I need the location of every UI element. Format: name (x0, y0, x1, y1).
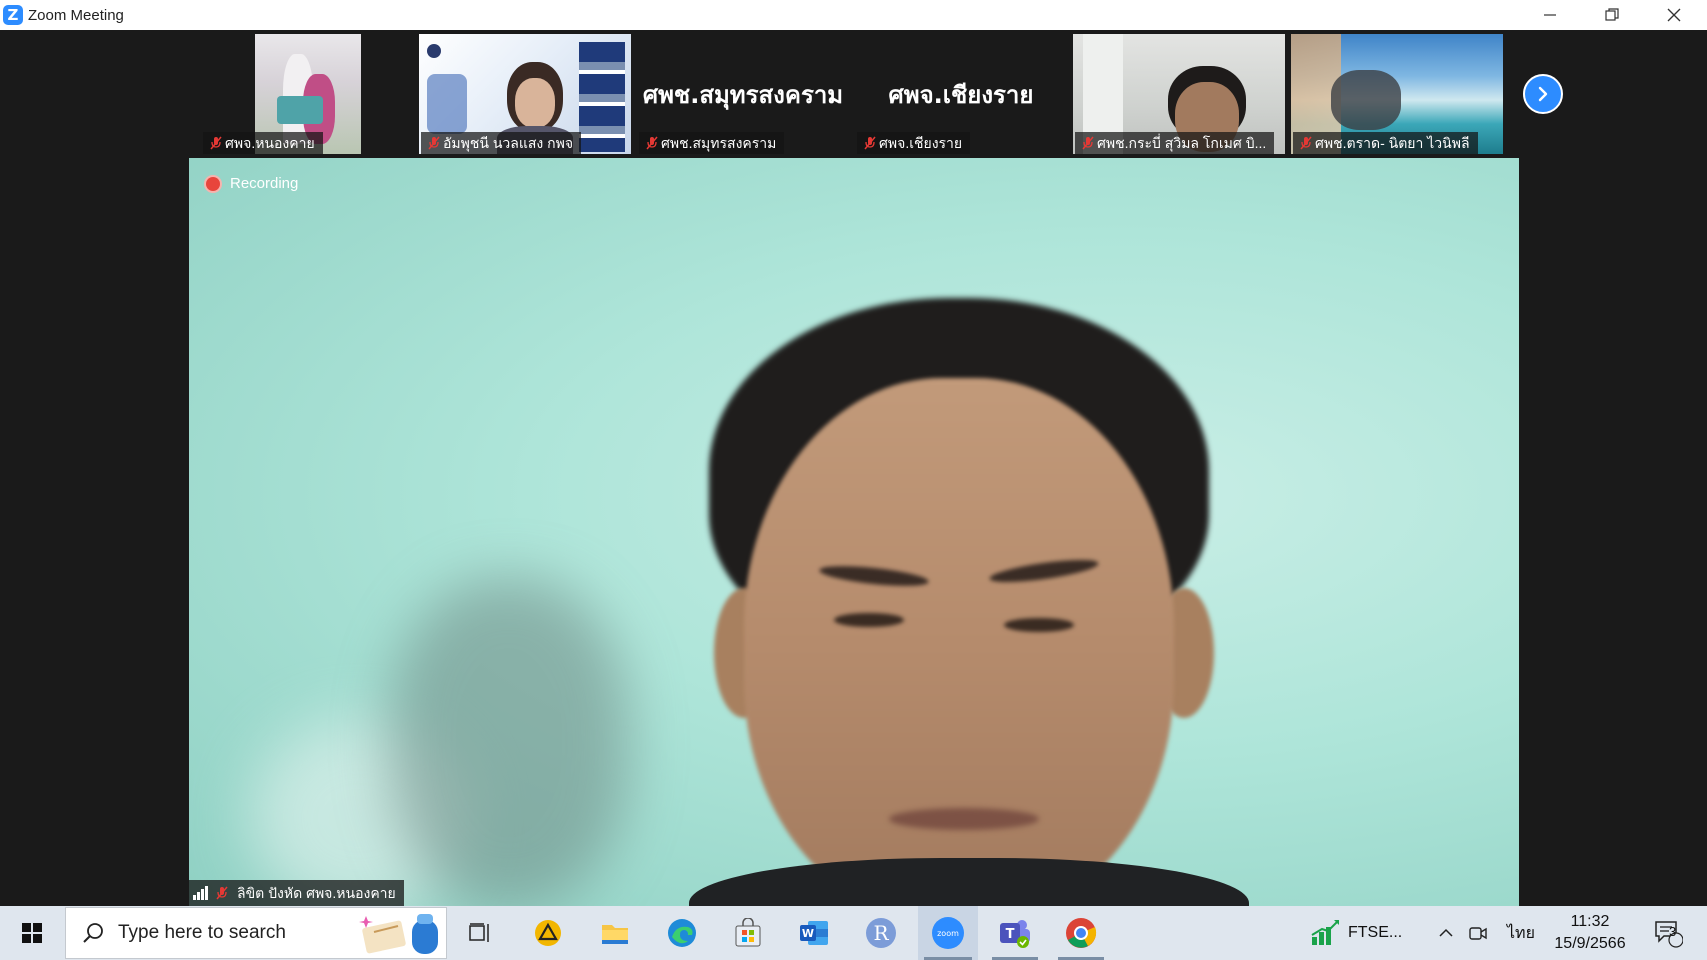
participant-tile[interactable]: ศพช.ตราด- นิตยา ไวนิพลี (1291, 34, 1503, 154)
svg-text:R: R (873, 921, 889, 945)
taskbar-chrome[interactable] (1052, 906, 1110, 960)
participant-name-label: อัมพุชนี นวลแสง กพจ (421, 132, 582, 154)
muted-mic-icon (216, 886, 228, 900)
clock[interactable]: 11:32 15/9/2566 (1548, 906, 1632, 960)
notification-center-button[interactable]: 3 (1648, 906, 1688, 960)
participant-name-label: ศพช.กระบี่ สุวิมล โกเมศ บิ... (1075, 132, 1275, 154)
taskbar-r-app[interactable]: R (857, 906, 905, 960)
svg-text:zoom: zoom (937, 929, 959, 938)
camera-icon (1469, 927, 1487, 940)
participant-tile[interactable]: ศพช.กระบี่ สุวิมล โกเมศ บิ... (1073, 34, 1285, 154)
taskbar-store[interactable] (724, 906, 772, 960)
muted-mic-icon (1300, 136, 1312, 150)
triangle-app-icon (535, 920, 561, 946)
speaker-shirt (689, 858, 1249, 906)
participant-tile[interactable]: ศพช.สมุทรสงคราม ศพช.สมุทรสงคราม (637, 34, 849, 154)
next-page-button[interactable] (1523, 74, 1563, 114)
muted-mic-icon (210, 136, 222, 150)
chevron-up-icon (1439, 928, 1453, 937)
participant-name-label: ศพจ.หนองคาย (203, 132, 323, 154)
word-icon: W (800, 921, 828, 945)
microsoft-store-icon (735, 918, 761, 947)
close-button[interactable] (1644, 0, 1704, 30)
close-icon (1667, 8, 1681, 22)
window-title: Zoom Meeting (28, 6, 124, 24)
edge-browser-icon (668, 919, 696, 947)
taskbar-app-warning[interactable] (524, 906, 572, 960)
show-hidden-icons-button[interactable] (1436, 906, 1456, 960)
taskbar-edge[interactable] (658, 906, 706, 960)
meet-now-button[interactable] (1466, 906, 1490, 960)
taskbar-word[interactable]: W (790, 906, 838, 960)
r-letter-icon: R (866, 918, 896, 948)
zoom-app-icon: zoom (932, 917, 964, 949)
participant-name-label: ศพช.สมุทรสงคราม (639, 132, 785, 154)
language-indicator[interactable]: ไทย (1507, 906, 1535, 960)
teams-icon: T (1000, 920, 1030, 948)
notification-icon (1655, 921, 1683, 948)
window-titlebar: Z Zoom Meeting (0, 0, 1707, 30)
chevron-right-icon (1538, 86, 1548, 102)
clock-date: 15/9/2566 (1554, 935, 1626, 952)
participant-strip: ศพจ.หนองคาย อัมพุชนี นวลแสง กพจ ศพช.สมุท… (0, 30, 1707, 158)
minimize-button[interactable] (1520, 0, 1580, 30)
active-speaker-video: Recording ลิขิต ปังหัด ศพจ.หนองคาย (189, 158, 1519, 906)
search-icon (83, 923, 103, 943)
taskbar-search-box[interactable]: Type here to search (65, 907, 447, 959)
svg-text:W: W (802, 927, 814, 940)
windows-taskbar: Type here to search W R zoom T FTSE... ไ… (0, 906, 1707, 960)
taskbar-teams[interactable]: T (986, 906, 1044, 960)
notification-count-badge: 3 (1669, 924, 1677, 939)
muted-mic-icon (864, 136, 876, 150)
participant-name-label: ศพจ.เชียงราย (857, 132, 971, 154)
restore-icon (1605, 8, 1619, 21)
restore-button[interactable] (1582, 0, 1642, 30)
chrome-icon (1066, 918, 1097, 948)
stock-chart-icon (1311, 920, 1339, 945)
search-highlight-illustration-icon (359, 914, 438, 954)
task-view-button[interactable] (456, 906, 504, 960)
zoom-logo-icon: Z (3, 5, 23, 25)
recording-dot-icon (206, 176, 220, 191)
start-button[interactable] (8, 906, 56, 960)
muted-mic-icon (1082, 136, 1094, 150)
participant-name-label: ศพช.ตราด- นิตยา ไวนิพลี (1293, 132, 1478, 154)
speaker-name-label: ลิขิต ปังหัด ศพจ.หนองคาย (189, 880, 404, 906)
folder-icon (602, 925, 628, 944)
participant-tile[interactable]: อัมพุชนี นวลแสง กพจ (419, 34, 631, 154)
participant-tile[interactable]: ศพจ.หนองคาย (201, 34, 413, 154)
stock-widget[interactable]: FTSE... (1310, 906, 1402, 960)
taskbar-file-explorer[interactable] (591, 906, 639, 960)
task-view-icon (469, 923, 489, 942)
muted-mic-icon (428, 136, 440, 150)
windows-logo-icon (22, 923, 42, 943)
minimize-icon (1544, 14, 1556, 16)
clock-time: 11:32 (1570, 913, 1610, 930)
participant-tile[interactable]: ศพจ.เชียงราย ศพจ.เชียงราย (855, 34, 1067, 154)
svg-text:T: T (1006, 927, 1015, 942)
taskbar-zoom[interactable]: zoom (918, 906, 978, 960)
recording-indicator[interactable]: Recording (206, 175, 298, 192)
muted-mic-icon (646, 136, 658, 150)
connection-signal-icon (193, 886, 209, 900)
